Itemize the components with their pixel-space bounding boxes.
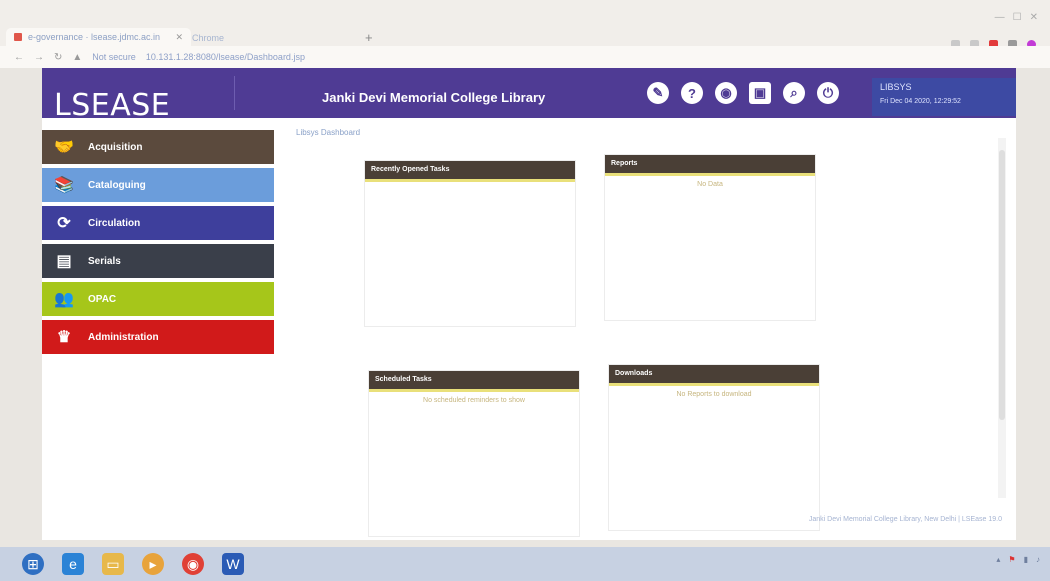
- sidebar-item-label: OPAC: [88, 293, 117, 305]
- minimize-icon[interactable]: —: [995, 12, 1005, 23]
- user-name: LIBSYS: [880, 82, 912, 92]
- people-icon: 👥: [54, 291, 74, 308]
- sidebar-item-circulation[interactable]: ⟳ Circulation: [42, 206, 274, 240]
- back-icon[interactable]: ←: [14, 52, 24, 63]
- sidebar-item-label: Serials: [88, 255, 121, 267]
- address-bar: ← → ↻ ▲ Not secure 10.131.1.28:8080/lsea…: [0, 46, 1050, 68]
- new-tab-icon[interactable]: +: [365, 30, 373, 45]
- vertical-scrollbar[interactable]: [998, 138, 1006, 498]
- sidebar-item-label: Circulation: [88, 217, 141, 229]
- breadcrumb[interactable]: Libsys Dashboard: [296, 128, 360, 137]
- window-controls: — ☐ ✕: [995, 12, 1038, 23]
- user-info-panel: LIBSYS Fri Dec 04 2020, 12:29:52: [872, 78, 1016, 116]
- panel-body: No Reports to download: [676, 391, 752, 398]
- reload-icon[interactable]: ↻: [54, 52, 62, 63]
- second-tab[interactable]: Chrome: [192, 33, 224, 43]
- app-window: LSEASE Janki Devi Memorial College Libra…: [42, 68, 1016, 540]
- not-secure-icon: ▲: [72, 51, 83, 63]
- browser-tab[interactable]: e-governance · lsease.jdmc.ac.in ✕: [6, 28, 191, 46]
- forward-icon[interactable]: →: [34, 52, 44, 63]
- maximize-icon[interactable]: ☐: [1013, 12, 1022, 23]
- stack-icon: ▤: [56, 253, 72, 270]
- panel-scheduled-tasks: Scheduled Tasks No scheduled reminders t…: [368, 370, 580, 537]
- chrome-icon[interactable]: ◉: [182, 553, 204, 575]
- books-icon: 📚: [54, 177, 74, 194]
- panel-title: Reports: [605, 155, 815, 176]
- app-header: LSEASE Janki Devi Memorial College Libra…: [42, 68, 1016, 123]
- internet-explorer-icon[interactable]: e: [62, 553, 84, 575]
- scrollbar-thumb[interactable]: [999, 150, 1005, 420]
- footer-text: Janki Devi Memorial College Library, New…: [808, 516, 1002, 523]
- tray-flag-icon[interactable]: ⚑: [1008, 555, 1015, 564]
- tray-arrow-icon[interactable]: ▴: [996, 555, 1000, 564]
- start-button-icon[interactable]: ⊞: [22, 553, 44, 575]
- tab-favicon: [14, 33, 22, 41]
- crown-icon: ♛: [56, 329, 72, 346]
- app-logo[interactable]: LSEASE: [54, 88, 170, 123]
- sidebar-item-acquisition[interactable]: 🤝 Acquisition: [42, 130, 274, 164]
- tab-close-icon[interactable]: ✕: [175, 32, 183, 43]
- network-icon[interactable]: ▮: [1024, 555, 1028, 564]
- sidebar-nav: 🤝 Acquisition 📚 Cataloguing ⟳ Circulatio…: [42, 130, 274, 358]
- sidebar-item-label: Cataloguing: [88, 179, 146, 191]
- media-player-icon[interactable]: ▸: [142, 553, 164, 575]
- panel-downloads: Downloads No Reports to download: [608, 364, 820, 531]
- power-icon[interactable]: ⏻: [817, 82, 839, 104]
- help-icon[interactable]: ?: [681, 82, 703, 104]
- os-taskbar: ⊞ e ▭ ▸ ◉ W ▴ ⚑ ▮ ♪: [0, 547, 1050, 581]
- browser-tab-strip: e-governance · lsease.jdmc.ac.in ✕ Chrom…: [0, 0, 1050, 46]
- panel-title: Recently Opened Tasks: [365, 161, 575, 182]
- panel-title: Scheduled Tasks: [369, 371, 579, 392]
- header-toolbar: ✎ ? ◉ ▣ ⌕ ⏻: [647, 82, 839, 104]
- sidebar-item-cataloguing[interactable]: 📚 Cataloguing: [42, 168, 274, 202]
- globe-icon[interactable]: ◉: [715, 82, 737, 104]
- search-icon[interactable]: ⌕: [783, 82, 805, 104]
- app-title: Janki Devi Memorial College Library: [322, 90, 546, 105]
- url-text[interactable]: 10.131.1.28:8080/lsease/Dashboard.jsp: [146, 52, 305, 62]
- sidebar-item-administration[interactable]: ♛ Administration: [42, 320, 274, 354]
- sidebar-item-serials[interactable]: ▤ Serials: [42, 244, 274, 278]
- sidebar-item-label: Administration: [88, 331, 159, 343]
- volume-icon[interactable]: ♪: [1036, 555, 1040, 564]
- panel-recent-tasks: Recently Opened Tasks: [364, 160, 576, 327]
- word-icon[interactable]: W: [222, 553, 244, 575]
- panel-title: Downloads: [609, 365, 819, 386]
- pen-tool-icon[interactable]: ✎: [647, 82, 669, 104]
- system-tray: ▴ ⚑ ▮ ♪: [996, 555, 1040, 564]
- handshake-icon: 🤝: [54, 139, 74, 156]
- panel-body: No Data: [697, 181, 723, 188]
- tab-title: e-governance · lsease.jdmc.ac.in: [28, 32, 161, 42]
- image-icon[interactable]: ▣: [749, 82, 771, 104]
- sidebar-item-opac[interactable]: 👥 OPAC: [42, 282, 274, 316]
- user-datetime: Fri Dec 04 2020, 12:29:52: [880, 98, 961, 105]
- sidebar-item-label: Acquisition: [88, 141, 143, 153]
- panel-reports: Reports No Data: [604, 154, 816, 321]
- panel-body: [365, 182, 575, 187]
- file-explorer-icon[interactable]: ▭: [102, 553, 124, 575]
- url-prefix: Not secure: [92, 52, 136, 62]
- panel-body: No scheduled reminders to show: [423, 397, 525, 404]
- header-divider: [234, 76, 235, 110]
- close-window-icon[interactable]: ✕: [1030, 12, 1038, 23]
- refresh-icon: ⟳: [57, 215, 71, 232]
